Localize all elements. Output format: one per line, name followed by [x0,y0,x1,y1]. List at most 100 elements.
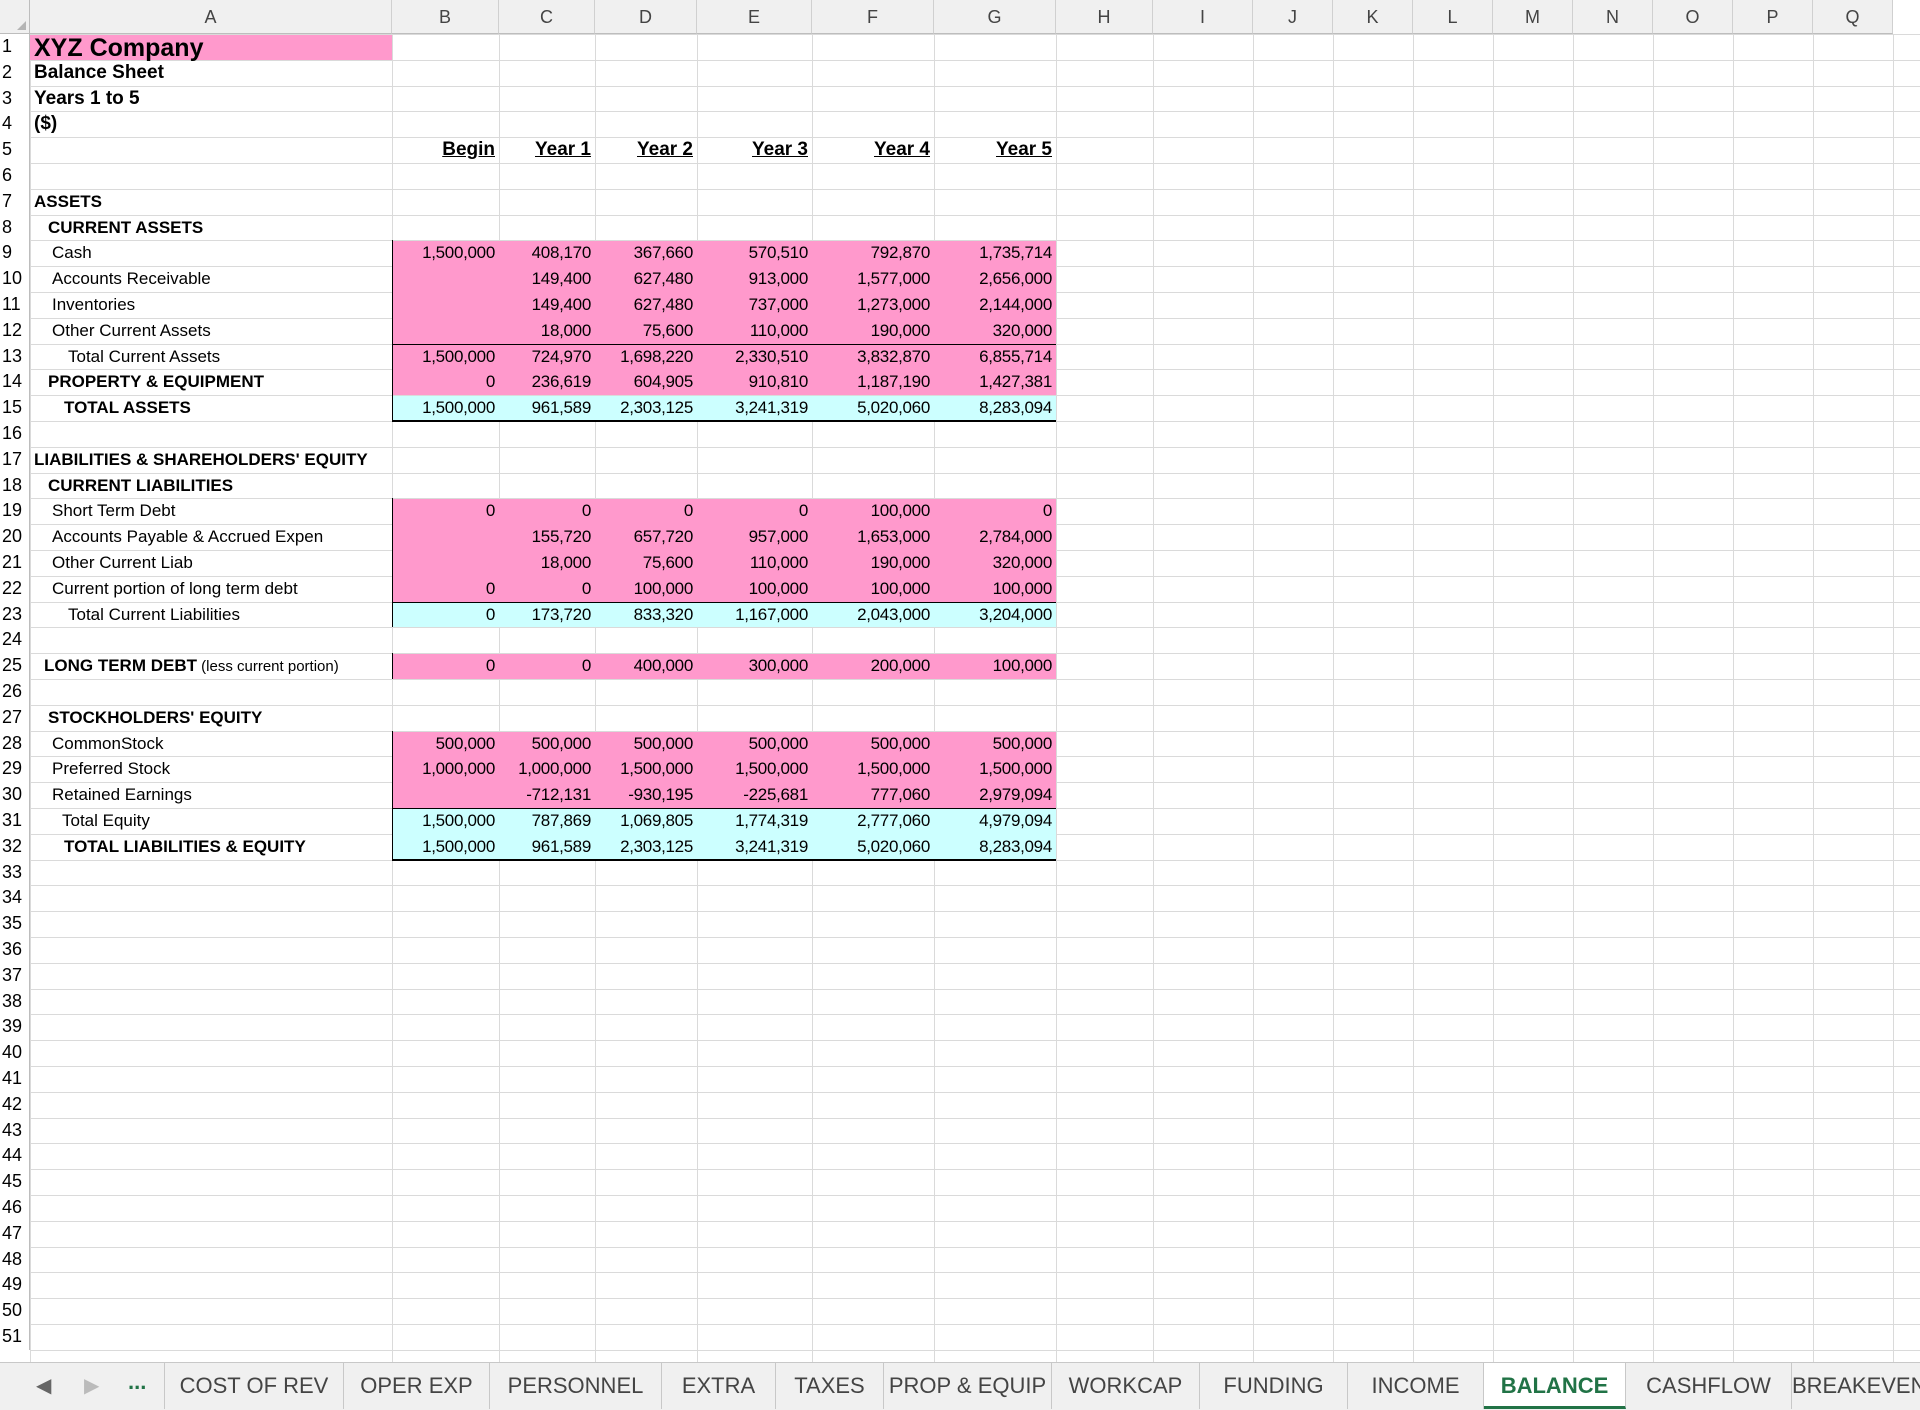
year-header[interactable]: Begin [392,138,499,164]
value-cell[interactable]: 155,720 [499,525,595,551]
value-cell[interactable]: 1,500,000 [392,345,499,371]
sheet-tab[interactable]: BREAKEVEN [1792,1363,1920,1409]
column-header[interactable]: P [1733,0,1813,34]
value-cell[interactable]: 1,500,000 [392,835,499,861]
row-header[interactable]: 47 [0,1220,30,1247]
row-header[interactable]: 16 [0,421,30,447]
value-cell[interactable]: 4,979,094 [934,809,1056,835]
value-cell[interactable]: 1,774,319 [697,809,812,835]
value-cell[interactable]: 0 [392,577,499,603]
column-header[interactable]: E [697,0,812,34]
sheet-tab[interactable]: OPER EXP [344,1363,490,1409]
value-cell[interactable]: 787,869 [499,809,595,835]
row-header[interactable]: 5 [0,137,30,163]
row-header[interactable]: 13 [0,343,30,370]
row-header[interactable]: 11 [0,292,30,318]
value-cell[interactable]: 18,000 [499,551,595,577]
value-cell[interactable]: 100,000 [812,577,934,603]
value-cell[interactable]: 100,000 [812,499,934,525]
row-header[interactable]: 24 [0,627,30,654]
row-header[interactable]: 28 [0,730,30,757]
value-cell[interactable]: 100,000 [697,577,812,603]
row-header[interactable]: 36 [0,937,30,963]
value-cell[interactable]: 236,619 [499,370,595,396]
row-header[interactable]: 6 [0,163,30,189]
value-cell[interactable]: 200,000 [812,654,934,680]
row-header[interactable]: 31 [0,808,30,834]
value-cell[interactable]: 1,735,714 [934,241,1056,267]
year-header[interactable]: Year 5 [934,138,1056,164]
row-header[interactable]: 38 [0,988,30,1015]
sheet-tab[interactable]: COST OF REV [164,1363,344,1409]
value-cell[interactable]: 1,653,000 [812,525,934,551]
value-cell[interactable]: 190,000 [812,319,934,345]
row-header[interactable]: 46 [0,1195,30,1221]
row-header[interactable]: 3 [0,85,30,112]
row-header[interactable]: 1 [0,34,30,60]
sheet-tab[interactable]: EXTRA [662,1363,776,1409]
value-cell[interactable]: 1,500,000 [392,396,499,422]
column-header[interactable]: D [595,0,697,34]
column-header[interactable]: F [812,0,934,34]
value-cell[interactable]: 1,500,000 [392,241,499,267]
column-header[interactable]: K [1333,0,1413,34]
value-cell[interactable]: 1,273,000 [812,293,934,319]
value-cell[interactable]: 2,979,094 [934,783,1056,809]
value-cell[interactable]: 1,427,381 [934,370,1056,396]
row-header[interactable]: 20 [0,524,30,550]
value-cell[interactable] [392,525,499,551]
sheet-tab[interactable]: WORKCAP [1052,1363,1200,1409]
row-header[interactable]: 10 [0,266,30,292]
row-header[interactable]: 37 [0,962,30,989]
period-title[interactable]: Years 1 to 5 [30,87,452,113]
value-cell[interactable]: 190,000 [812,551,934,577]
value-cell[interactable]: 3,241,319 [697,835,812,861]
value-cell[interactable]: 5,020,060 [812,835,934,861]
value-cell[interactable]: 2,777,060 [812,809,934,835]
year-header[interactable]: Year 1 [499,138,595,164]
value-cell[interactable]: 5,020,060 [812,396,934,422]
value-cell[interactable]: 2,144,000 [934,293,1056,319]
value-cell[interactable]: 724,970 [499,345,595,371]
company-title[interactable]: XYZ Company [30,35,452,61]
value-cell[interactable]: 627,480 [595,293,697,319]
column-header[interactable]: B [392,0,499,34]
value-cell[interactable]: 408,170 [499,241,595,267]
row-header[interactable]: 9 [0,240,30,267]
value-cell[interactable]: 110,000 [697,319,812,345]
row-label-current-liab[interactable]: CURRENT LIABILITIES [44,474,466,500]
value-cell[interactable]: 0 [392,370,499,396]
value-cell[interactable]: 0 [392,603,499,629]
next-sheet-icon[interactable]: ▶ [84,1373,99,1398]
value-cell[interactable]: 1,500,000 [812,757,934,783]
row-header[interactable]: 18 [0,472,30,499]
row-header[interactable]: 45 [0,1169,30,1195]
row-header[interactable]: 25 [0,653,30,679]
year-header[interactable]: Year 3 [697,138,812,164]
sheet-tab[interactable]: BALANCE [1484,1363,1626,1409]
value-cell[interactable]: 961,589 [499,835,595,861]
value-cell[interactable]: 2,303,125 [595,835,697,861]
column-header[interactable]: L [1413,0,1493,34]
value-cell[interactable]: 500,000 [697,732,812,758]
value-cell[interactable]: 75,600 [595,319,697,345]
value-cell[interactable]: 149,400 [499,267,595,293]
value-cell[interactable]: 737,000 [697,293,812,319]
value-cell[interactable]: 500,000 [934,732,1056,758]
value-cell[interactable]: 777,060 [812,783,934,809]
value-cell[interactable]: 1,000,000 [499,757,595,783]
value-cell[interactable]: 0 [499,499,595,525]
row-header[interactable]: 32 [0,833,30,860]
value-cell[interactable]: 1,167,000 [697,603,812,629]
value-cell[interactable]: 0 [595,499,697,525]
row-header[interactable]: 12 [0,317,30,344]
value-cell[interactable]: 1,500,000 [697,757,812,783]
row-header[interactable]: 40 [0,1040,30,1066]
value-cell[interactable]: 3,832,870 [812,345,934,371]
row-header[interactable]: 7 [0,188,30,215]
row-header[interactable]: 39 [0,1014,30,1041]
value-cell[interactable]: 0 [499,654,595,680]
value-cell[interactable]: 792,870 [812,241,934,267]
value-cell[interactable]: 961,589 [499,396,595,422]
row-header[interactable]: 33 [0,859,30,886]
